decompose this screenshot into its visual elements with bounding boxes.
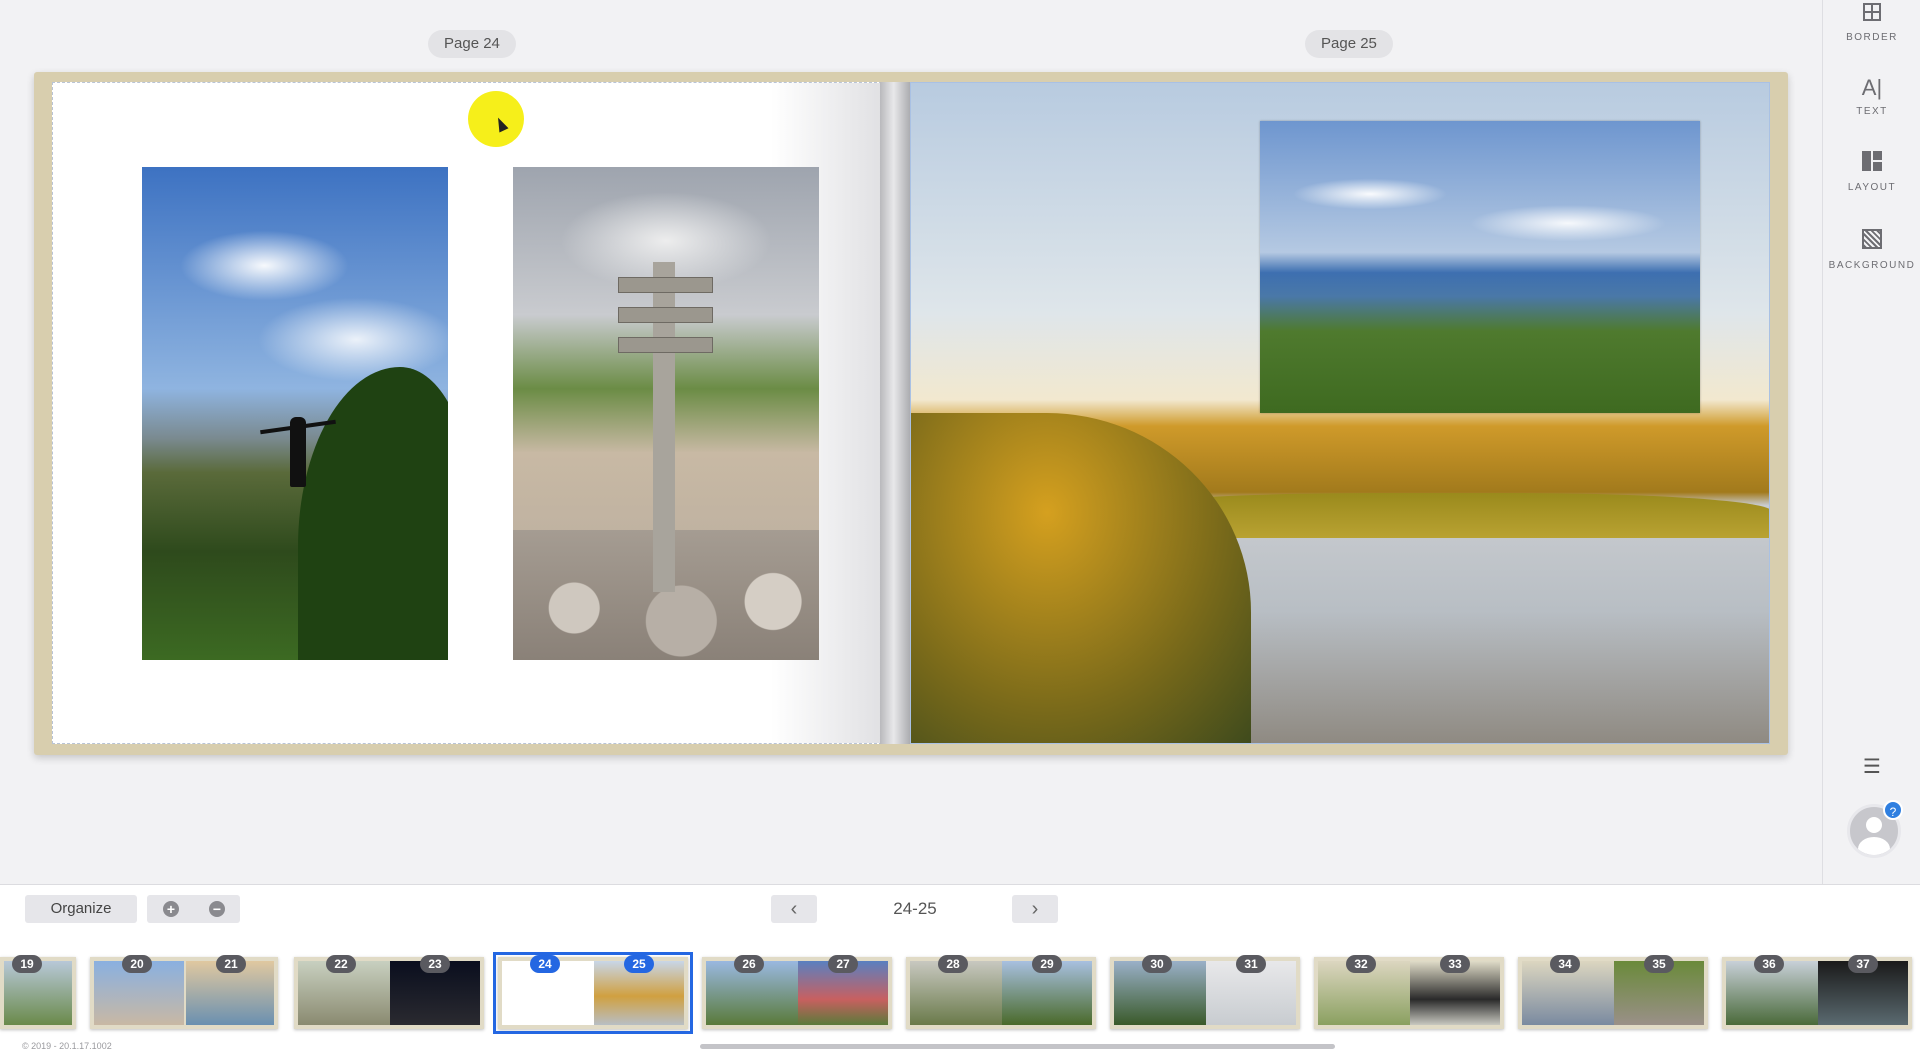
thumbnail-page-number: 32 xyxy=(1346,955,1376,973)
thumbnail-page-number: 22 xyxy=(326,955,356,973)
thumbnail-page-number: 36 xyxy=(1754,955,1784,973)
thumbnail-page-number: 33 xyxy=(1440,955,1470,973)
photo-sign xyxy=(618,307,713,323)
text-tool-button[interactable]: A| TEXT xyxy=(1823,74,1920,117)
background-tool-button[interactable]: BACKGROUND xyxy=(1823,228,1920,271)
zoom-controls: + − xyxy=(147,895,240,923)
photo-tree xyxy=(298,367,448,660)
photo-sign xyxy=(618,337,713,353)
text-tool-label: TEXT xyxy=(1856,106,1888,117)
thumbnail-spread[interactable]: 19 xyxy=(0,955,76,1029)
border-tool-label: BORDER xyxy=(1846,32,1898,43)
page-range-indicator: 24-25 xyxy=(893,899,937,918)
bottom-bar: Organize + − ‹ 24-25 › 19 20 21 22 23 24… xyxy=(0,884,1920,1053)
thumbnail-spread[interactable]: 32 33 xyxy=(1314,955,1504,1029)
thumbnail-spread[interactable]: 28 29 xyxy=(906,955,1096,1029)
layout-tool-button[interactable]: LAYOUT xyxy=(1823,150,1920,193)
layout-icon xyxy=(1862,151,1882,171)
thumbnail-spread[interactable]: 34 35 xyxy=(1518,955,1708,1029)
photo-sign xyxy=(618,277,713,293)
thumbnail-spread-selected[interactable]: 24 25 xyxy=(493,952,693,1034)
photo-bay-overlook[interactable] xyxy=(1260,121,1700,413)
border-tool-button[interactable]: BORDER xyxy=(1823,0,1920,43)
thumbnail-page-number: 20 xyxy=(122,955,152,973)
thumbnail-page-number: 37 xyxy=(1848,955,1878,973)
thumbnail-page-number: 25 xyxy=(624,955,654,973)
settings-sliders-icon[interactable]: ☰ xyxy=(1858,754,1886,778)
border-icon xyxy=(1863,3,1881,21)
thumbnail-page-number: 26 xyxy=(734,955,764,973)
help-badge[interactable]: ? xyxy=(1883,800,1903,820)
photo-hiker xyxy=(290,417,306,487)
thumbnail-page-number: 24 xyxy=(530,955,560,973)
thumbnail-spread[interactable]: 30 31 xyxy=(1110,955,1300,1029)
background-icon xyxy=(1862,229,1882,249)
thumbnail-page-number: 28 xyxy=(938,955,968,973)
thumbnail-page-number: 19 xyxy=(12,955,42,973)
thumbnail-spread[interactable]: 22 23 xyxy=(294,955,484,1029)
thumbnail-page-number: 35 xyxy=(1644,955,1674,973)
previous-page-button[interactable]: ‹ xyxy=(771,895,817,923)
photo-forest xyxy=(911,413,1251,743)
organize-button[interactable]: Organize xyxy=(25,895,137,923)
next-page-button[interactable]: › xyxy=(1012,895,1058,923)
thumbnail-spread[interactable]: 36 37 xyxy=(1722,955,1912,1029)
photo-hiker-summit[interactable] xyxy=(142,167,448,660)
text-icon: A| xyxy=(1861,75,1883,100)
page-24-label: Page 24 xyxy=(428,30,516,58)
page-25[interactable] xyxy=(910,82,1770,744)
thumbnail-spread[interactable]: 20 21 xyxy=(90,955,278,1029)
thumbnail-scrollbar[interactable] xyxy=(700,1044,1335,1049)
right-toolbar: BORDER A| TEXT LAYOUT BACKGROUND ☰ ? xyxy=(1822,0,1920,884)
thumbnail-page-number: 21 xyxy=(216,955,246,973)
version-text: © 2019 - 20.1.17.1002 xyxy=(22,1041,112,1051)
thumbnail-spread[interactable]: 26 27 xyxy=(702,955,892,1029)
photo-trail-signpost[interactable] xyxy=(513,167,819,660)
thumbnail-page-number: 29 xyxy=(1032,955,1062,973)
thumbnail-page-number: 34 xyxy=(1550,955,1580,973)
zoom-in-button[interactable]: + xyxy=(163,901,179,917)
thumbnail-page-number: 27 xyxy=(828,955,858,973)
book-spine xyxy=(880,82,914,744)
layout-tool-label: LAYOUT xyxy=(1847,182,1897,193)
thumbnail-page-number: 30 xyxy=(1142,955,1172,973)
thumbnail-page-number: 23 xyxy=(420,955,450,973)
thumbnail-page-number: 31 xyxy=(1236,955,1266,973)
page-thumbnail-strip: 19 20 21 22 23 24 25 26 27 28 29 30 31 3… xyxy=(0,947,1920,1039)
page-25-label: Page 25 xyxy=(1305,30,1393,58)
zoom-out-button[interactable]: − xyxy=(209,901,225,917)
background-tool-label: BACKGROUND xyxy=(1828,260,1916,271)
